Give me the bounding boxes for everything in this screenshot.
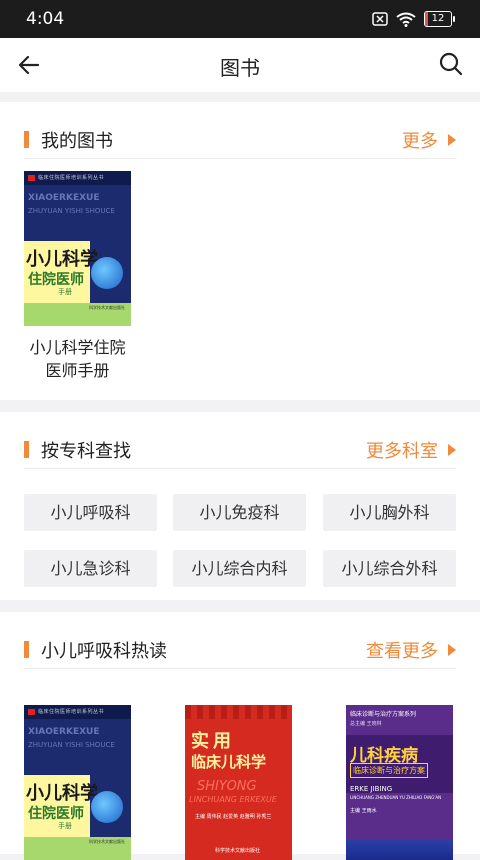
no-sim-icon <box>372 12 388 26</box>
status-time: 4:04 <box>26 9 65 29</box>
book-item[interactable]: 临床诊断与治疗方案系列 总主编 王晓林 儿科疾病 临床诊断与治疗方案 ERKE … <box>346 705 453 860</box>
book-cover[interactable]: 临床诊断与治疗方案系列 总主编 王晓林 儿科疾病 临床诊断与治疗方案 ERKE … <box>346 705 453 860</box>
status-bar: 4:04 12 <box>0 0 480 38</box>
cover-ornament <box>185 705 292 719</box>
cover-publisher: 科学技术文献出版社 <box>215 848 261 854</box>
cover-footer-band <box>346 840 453 860</box>
section-marker <box>24 131 29 148</box>
department-chip[interactable]: 小儿综合外科 <box>323 550 456 587</box>
cover-title: 实用 <box>191 731 235 752</box>
publisher-logo-icon <box>28 709 35 715</box>
cover-title: 小儿科学 <box>26 249 98 270</box>
triangle-right-icon <box>448 444 456 456</box>
cover-pinyin-sub: ZHUYUAN YISHI SHOUCE <box>28 207 115 215</box>
my-books-label: 我的图书 <box>41 131 113 152</box>
more-label: 更多科室 <box>366 441 438 462</box>
cover-pinyin-sub: ZHUYUAN YISHI SHOUCE <box>28 741 115 749</box>
departments-header: 按专科查找 更多科室 <box>24 412 456 469</box>
battery-fill <box>425 12 429 26</box>
hot-reads-label: 小儿呼吸科热读 <box>41 641 167 662</box>
battery-icon: 12 <box>424 11 455 27</box>
book-cover[interactable]: 实用 临床儿科学 SHIYONG LINCHUANG ERKEXUE 主编 周伟… <box>185 705 292 860</box>
cover-publisher: 科学技术文献出版社 <box>89 839 125 844</box>
cover-pinyin: ERKE JIBING <box>350 785 393 793</box>
cover-publisher: 科学技术文献出版社 <box>89 305 125 310</box>
department-chip[interactable]: 小儿综合内科 <box>173 550 306 587</box>
cover-pinyin: XIAOERKEXUE <box>28 193 100 203</box>
cover-subtitle: 临床诊断与治疗方案 <box>350 763 428 778</box>
more-label: 查看更多 <box>366 641 438 662</box>
cover-subtitle-2: 手册 <box>58 822 72 830</box>
my-books-section: 我的图书 更多 临床住院医师培训系列丛书 XIAOERKEXUE ZHUYUAN… <box>0 102 480 400</box>
department-chip[interactable]: 小儿呼吸科 <box>24 494 157 531</box>
cover-editor-chief: 总主编 王晓林 <box>350 721 382 727</box>
book-cover[interactable]: 临床住院医师培训系列丛书 XIAOERKEXUE ZHUYUAN YISHI S… <box>24 705 131 860</box>
my-books-more-link[interactable]: 更多 <box>402 127 456 153</box>
department-chip[interactable]: 小儿免疫科 <box>173 494 306 531</box>
book-item[interactable]: 临床住院医师培训系列丛书 XIAOERKEXUE ZHUYUAN YISHI S… <box>24 171 131 382</box>
cover-title: 小儿科学 <box>26 783 98 804</box>
cover-series: 临床住院医师培训系列丛书 <box>38 709 105 715</box>
departments-more-link[interactable]: 更多科室 <box>366 437 456 463</box>
triangle-right-icon <box>448 134 456 146</box>
triangle-right-icon <box>448 644 456 656</box>
book-item[interactable]: 实用 临床儿科学 SHIYONG LINCHUANG ERKEXUE 主编 周伟… <box>185 705 292 860</box>
cover-series: 临床住院医师培训系列丛书 <box>38 175 105 181</box>
cover-editor: 主编 王雨水 <box>350 808 377 814</box>
status-icons: 12 <box>372 11 455 27</box>
cover-authors: 主编 周伟民 赵爱英 赵雅明 孙秀兰 <box>195 814 272 820</box>
more-label: 更多 <box>402 131 438 152</box>
hot-reads-section: 小儿呼吸科热读 查看更多 临床住院医师培训系列丛书 XIAOERKEXUE ZH… <box>0 612 480 860</box>
globe-illustration-icon <box>91 257 123 289</box>
book-title[interactable]: 小儿科学住院医师手册 <box>24 336 131 382</box>
publisher-logo-icon <box>28 175 35 181</box>
cover-subtitle: 住院医师 <box>28 272 84 288</box>
cover-subtitle: 临床儿科学 <box>191 753 267 771</box>
top-navbar: 图书 <box>0 38 480 92</box>
book-item[interactable]: 临床住院医师培训系列丛书 XIAOERKEXUE ZHUYUAN YISHI S… <box>24 705 131 860</box>
globe-illustration-icon <box>91 791 123 823</box>
wifi-icon <box>396 12 416 27</box>
cover-pinyin: XIAOERKEXUE <box>28 727 100 737</box>
page-title: 图书 <box>220 56 260 80</box>
battery-level: 12 <box>431 13 445 24</box>
section-marker <box>24 441 29 458</box>
departments-label: 按专科查找 <box>41 441 131 462</box>
departments-section: 按专科查找 更多科室 小儿呼吸科 小儿免疫科 小儿胸外科 小儿急诊科 小儿综合内… <box>0 412 480 600</box>
cover-subtitle: 住院医师 <box>28 806 84 822</box>
cover-pinyin: SHIYONG <box>197 779 257 794</box>
hot-reads-more-link[interactable]: 查看更多 <box>366 637 456 663</box>
cover-series: 临床诊断与治疗方案系列 <box>350 711 417 718</box>
cover-pinyin-sub: LINCHUANG ERKEXUE <box>189 795 277 804</box>
cover-subtitle-2: 手册 <box>58 288 72 296</box>
my-books-header: 我的图书 更多 <box>24 102 456 159</box>
hot-reads-header: 小儿呼吸科热读 查看更多 <box>24 612 456 669</box>
department-chip[interactable]: 小儿胸外科 <box>323 494 456 531</box>
cover-pinyin-sub: LINCHUANG ZHENDUAN YU ZHILIAO FANG'AN <box>350 795 442 800</box>
section-marker <box>24 641 29 658</box>
search-icon[interactable] <box>438 51 464 77</box>
department-chip[interactable]: 小儿急诊科 <box>24 550 157 587</box>
book-cover[interactable]: 临床住院医师培训系列丛书 XIAOERKEXUE ZHUYUAN YISHI S… <box>24 171 131 326</box>
